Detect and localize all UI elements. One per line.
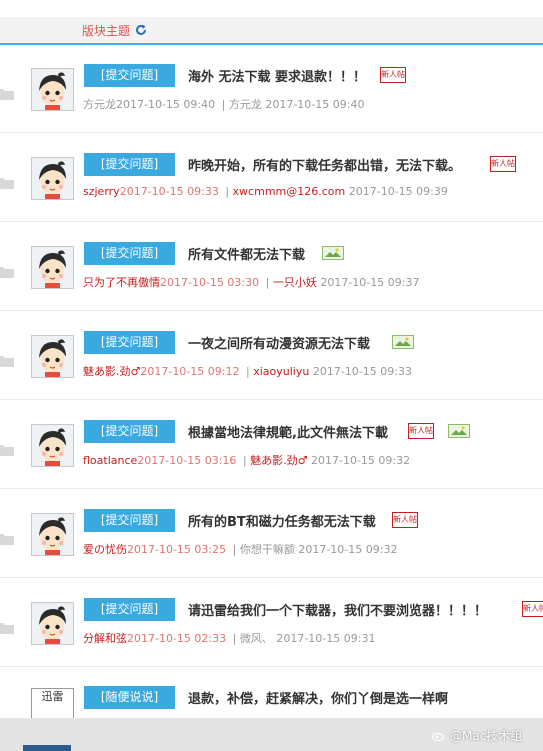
folder-icon <box>0 534 14 545</box>
last-reply-user[interactable]: 一只小妖 <box>273 276 317 289</box>
weibo-icon <box>432 732 445 741</box>
section-title: 版块主题 <box>82 24 131 38</box>
post-time: 2017-10-15 03:30 <box>160 276 260 289</box>
thread-tag[interactable]: [提交问题] <box>84 420 175 443</box>
thread-title[interactable]: 海外 无法下载 要求退款！！！ <box>188 66 366 85</box>
last-reply-user[interactable]: 你想干嘛额 <box>240 543 295 556</box>
new-post-badge: 新人帖 <box>380 67 406 83</box>
thread-meta: floatlance2017-10-15 03:16 | 魅あ影.劲♂ 2017… <box>83 452 410 468</box>
last-reply-time: 2017-10-15 09:32 <box>311 454 411 467</box>
avatar[interactable] <box>31 157 74 200</box>
last-reply-user[interactable]: xwcmmm@126.com <box>233 185 346 198</box>
thread-title[interactable]: 所有文件都无法下载 <box>188 244 305 263</box>
forum-header: 版块主题 <box>0 17 543 45</box>
thread-meta: szjerry2017-10-15 09:33 | xwcmmm@126.com… <box>83 185 448 198</box>
author-name[interactable]: floatlance <box>83 454 137 467</box>
thread-meta: 方元龙2017-10-15 09:40 | 方元龙 2017-10-15 09:… <box>83 96 364 112</box>
separator: | <box>225 185 230 198</box>
separator: | <box>265 276 270 289</box>
watermark-text: @Mac技术组 <box>450 729 523 743</box>
last-reply-time: 2017-10-15 09:32 <box>298 543 398 556</box>
watermark: @Mac技术组 <box>432 727 522 744</box>
thread-tag[interactable]: [提交问题] <box>84 242 175 265</box>
author-name[interactable]: 爱の忧伤 <box>83 543 127 556</box>
separator: | <box>242 454 247 467</box>
post-time: 2017-10-15 09:12 <box>140 365 240 378</box>
last-reply-user[interactable]: 魅あ影.劲♂ <box>250 454 307 467</box>
thread-title[interactable]: 昨晚开始，所有的下载任务都出错，无法下载。 <box>188 155 461 174</box>
thread-title[interactable]: 所有的BT和磁力任务都无法下载 <box>188 511 376 530</box>
thread-title[interactable]: 请迅雷给我们一个下载器，我们不要浏览器！！！！ <box>188 600 487 619</box>
folder-icon <box>0 267 14 278</box>
thread-row[interactable]: [提交问题] 海外 无法下载 要求退款！！！ 方元龙2017-10-15 09:… <box>0 44 543 133</box>
thread-tag[interactable]: [提交问题] <box>84 153 175 176</box>
new-post-badge: 新人帖 <box>522 601 543 617</box>
post-time: 2017-10-15 03:25 <box>127 543 227 556</box>
image-attachment-icon <box>392 335 414 349</box>
thread-row[interactable]: [提交问题] 所有的BT和磁力任务都无法下载 爱の忧伤2017-10-15 03… <box>0 489 543 578</box>
last-reply-time: 2017-10-15 09:31 <box>276 632 376 645</box>
author-name[interactable]: 方元龙 <box>83 98 116 111</box>
last-reply-user[interactable]: 方元龙 <box>229 98 262 111</box>
separator: | <box>221 98 226 111</box>
post-time: 2017-10-15 09:40 <box>116 98 216 111</box>
avatar[interactable] <box>31 424 74 467</box>
thread-tag[interactable]: [提交问题] <box>84 331 175 354</box>
separator: | <box>245 365 250 378</box>
thread-row[interactable]: [提交问题] 根據當地法律規範,此文件無法下載 floatlance2017-1… <box>0 400 543 489</box>
avatar[interactable] <box>31 68 74 111</box>
last-reply-time: 2017-10-15 09:39 <box>348 185 448 198</box>
avatar[interactable] <box>31 513 74 556</box>
thread-meta: 魅あ影.劲♂2017-10-15 09:12 | xiaoyuliyu 2017… <box>83 363 412 379</box>
author-name[interactable]: 只为了不再傲情 <box>83 276 160 289</box>
avatar[interactable] <box>31 335 74 378</box>
folder-icon <box>0 623 14 634</box>
post-time: 2017-10-15 09:33 <box>119 185 219 198</box>
last-reply-time: 2017-10-15 09:37 <box>320 276 420 289</box>
last-reply-time: 2017-10-15 09:40 <box>265 98 365 111</box>
avatar[interactable] <box>31 602 74 645</box>
last-reply-time: 2017-10-15 09:33 <box>312 365 412 378</box>
new-post-badge: 新人帖 <box>408 423 434 439</box>
thread-tag[interactable]: [随便说说] <box>84 686 175 709</box>
thread-title[interactable]: 根據當地法律規範,此文件無法下載 <box>188 422 388 441</box>
thread-tag[interactable]: [提交问题] <box>84 598 175 621</box>
refresh-icon[interactable] <box>134 23 148 37</box>
image-attachment-icon <box>322 246 344 260</box>
thread-row[interactable]: [提交问题] 昨晚开始，所有的下载任务都出错，无法下载。 szjerry2017… <box>0 133 543 222</box>
thread-row[interactable]: [提交问题] 请迅雷给我们一个下载器，我们不要浏览器！！！！ 分解和弦2017-… <box>0 578 543 667</box>
thread-title[interactable]: 一夜之间所有动漫资源无法下载 <box>188 333 370 352</box>
thread-meta: 只为了不再傲情2017-10-15 03:30 | 一只小妖 2017-10-1… <box>83 274 419 290</box>
last-reply-user[interactable]: 微风、 <box>240 632 273 645</box>
post-time: 2017-10-15 02:33 <box>127 632 227 645</box>
thread-tag[interactable]: [提交问题] <box>84 64 175 87</box>
last-reply-user[interactable]: xiaoyuliyu <box>253 365 309 378</box>
thread-title[interactable]: 退款，补偿，赶紧解决，你们丫倒是选一样啊 <box>188 688 448 707</box>
author-name[interactable]: szjerry <box>83 185 120 198</box>
new-post-badge: 新人帖 <box>392 512 418 528</box>
folder-icon <box>0 178 14 189</box>
thread-row[interactable]: [提交问题] 所有文件都无法下载 只为了不再傲情2017-10-15 03:30… <box>0 222 543 311</box>
separator: | <box>232 632 237 645</box>
footer-button[interactable] <box>23 745 71 751</box>
thread-tag[interactable]: [提交问题] <box>84 509 175 532</box>
post-time: 2017-10-15 03:16 <box>137 454 237 467</box>
folder-icon <box>0 356 14 367</box>
folder-icon <box>0 89 14 100</box>
avatar[interactable] <box>31 246 74 289</box>
thread-meta: 分解和弦2017-10-15 02:33 | 微风、 2017-10-15 09… <box>83 630 375 646</box>
new-post-badge: 新人帖 <box>490 156 516 172</box>
author-name[interactable]: 魅あ影.劲♂ <box>83 365 140 378</box>
thread-row[interactable]: 迅雷 [随便说说] 退款，补偿，赶紧解决，你们丫倒是选一样啊 <box>0 666 543 726</box>
thread-meta: 爱の忧伤2017-10-15 03:25 | 你想干嘛额 2017-10-15 … <box>83 541 397 557</box>
thread-row[interactable]: [提交问题] 一夜之间所有动漫资源无法下载 魅あ影.劲♂2017-10-15 0… <box>0 311 543 400</box>
separator: | <box>232 543 237 556</box>
author-name[interactable]: 分解和弦 <box>83 632 127 645</box>
avatar-text: 迅雷 <box>41 690 64 703</box>
folder-icon <box>0 445 14 456</box>
image-attachment-icon <box>448 424 470 438</box>
